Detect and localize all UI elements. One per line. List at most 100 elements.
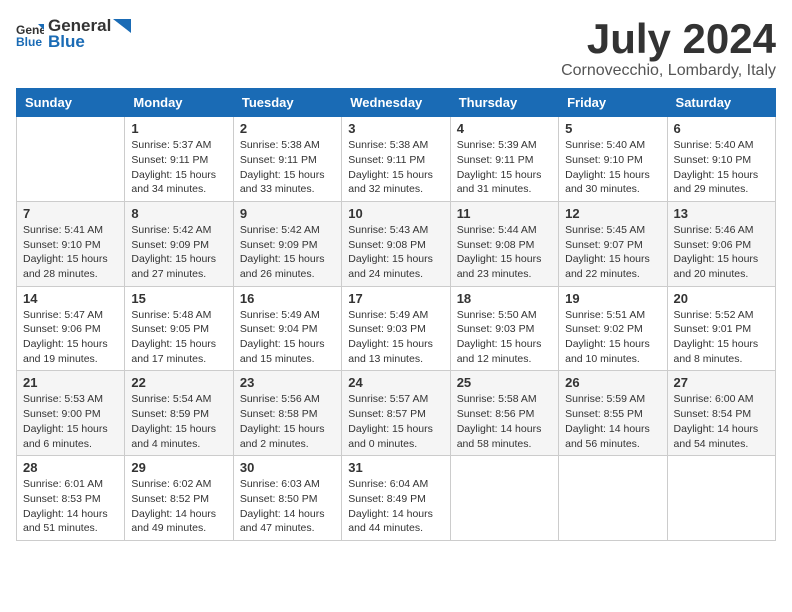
day-number: 19	[565, 291, 660, 306]
calendar-cell: 19 Sunrise: 5:51 AMSunset: 9:02 PMDaylig…	[559, 286, 667, 371]
calendar-cell: 13 Sunrise: 5:46 AMSunset: 9:06 PMDaylig…	[667, 201, 775, 286]
day-info: Sunrise: 5:42 AMSunset: 9:09 PMDaylight:…	[131, 223, 226, 282]
day-number: 16	[240, 291, 335, 306]
calendar-cell: 3 Sunrise: 5:38 AMSunset: 9:11 PMDayligh…	[342, 117, 450, 202]
day-info: Sunrise: 5:59 AMSunset: 8:55 PMDaylight:…	[565, 392, 660, 451]
calendar-cell: 30 Sunrise: 6:03 AMSunset: 8:50 PMDaylig…	[233, 456, 341, 541]
calendar-cell: 24 Sunrise: 5:57 AMSunset: 8:57 PMDaylig…	[342, 371, 450, 456]
calendar-cell: 11 Sunrise: 5:44 AMSunset: 9:08 PMDaylig…	[450, 201, 558, 286]
day-number: 20	[674, 291, 769, 306]
calendar-cell: 10 Sunrise: 5:43 AMSunset: 9:08 PMDaylig…	[342, 201, 450, 286]
logo-arrow-icon	[113, 19, 131, 33]
day-number: 31	[348, 460, 443, 475]
day-number: 7	[23, 206, 118, 221]
day-info: Sunrise: 5:48 AMSunset: 9:05 PMDaylight:…	[131, 308, 226, 367]
weekday-header-thursday: Thursday	[450, 89, 558, 117]
day-number: 21	[23, 375, 118, 390]
calendar-cell: 8 Sunrise: 5:42 AMSunset: 9:09 PMDayligh…	[125, 201, 233, 286]
month-title: July 2024	[561, 16, 776, 62]
calendar-cell: 28 Sunrise: 6:01 AMSunset: 8:53 PMDaylig…	[17, 456, 125, 541]
calendar-cell: 31 Sunrise: 6:04 AMSunset: 8:49 PMDaylig…	[342, 456, 450, 541]
day-info: Sunrise: 5:58 AMSunset: 8:56 PMDaylight:…	[457, 392, 552, 451]
day-number: 26	[565, 375, 660, 390]
day-info: Sunrise: 5:57 AMSunset: 8:57 PMDaylight:…	[348, 392, 443, 451]
calendar-cell: 7 Sunrise: 5:41 AMSunset: 9:10 PMDayligh…	[17, 201, 125, 286]
page-header: General Blue General Blue July 2024 Corn…	[16, 16, 776, 80]
title-area: July 2024 Cornovecchio, Lombardy, Italy	[561, 16, 776, 80]
day-number: 24	[348, 375, 443, 390]
day-info: Sunrise: 5:45 AMSunset: 9:07 PMDaylight:…	[565, 223, 660, 282]
calendar-cell: 29 Sunrise: 6:02 AMSunset: 8:52 PMDaylig…	[125, 456, 233, 541]
day-number: 25	[457, 375, 552, 390]
calendar-cell: 27 Sunrise: 6:00 AMSunset: 8:54 PMDaylig…	[667, 371, 775, 456]
calendar-cell: 15 Sunrise: 5:48 AMSunset: 9:05 PMDaylig…	[125, 286, 233, 371]
day-info: Sunrise: 5:37 AMSunset: 9:11 PMDaylight:…	[131, 138, 226, 197]
day-info: Sunrise: 5:40 AMSunset: 9:10 PMDaylight:…	[674, 138, 769, 197]
calendar-cell: 5 Sunrise: 5:40 AMSunset: 9:10 PMDayligh…	[559, 117, 667, 202]
day-number: 28	[23, 460, 118, 475]
day-info: Sunrise: 5:41 AMSunset: 9:10 PMDaylight:…	[23, 223, 118, 282]
day-number: 13	[674, 206, 769, 221]
day-number: 23	[240, 375, 335, 390]
day-number: 30	[240, 460, 335, 475]
calendar-cell	[559, 456, 667, 541]
weekday-header-monday: Monday	[125, 89, 233, 117]
day-info: Sunrise: 5:53 AMSunset: 9:00 PMDaylight:…	[23, 392, 118, 451]
day-info: Sunrise: 5:49 AMSunset: 9:04 PMDaylight:…	[240, 308, 335, 367]
day-number: 1	[131, 121, 226, 136]
day-number: 6	[674, 121, 769, 136]
calendar-cell: 26 Sunrise: 5:59 AMSunset: 8:55 PMDaylig…	[559, 371, 667, 456]
day-info: Sunrise: 5:39 AMSunset: 9:11 PMDaylight:…	[457, 138, 552, 197]
day-info: Sunrise: 5:49 AMSunset: 9:03 PMDaylight:…	[348, 308, 443, 367]
day-number: 2	[240, 121, 335, 136]
calendar-cell: 25 Sunrise: 5:58 AMSunset: 8:56 PMDaylig…	[450, 371, 558, 456]
calendar-week-row: 7 Sunrise: 5:41 AMSunset: 9:10 PMDayligh…	[17, 201, 776, 286]
svg-text:Blue: Blue	[16, 35, 42, 48]
day-number: 3	[348, 121, 443, 136]
day-info: Sunrise: 5:40 AMSunset: 9:10 PMDaylight:…	[565, 138, 660, 197]
calendar-cell	[667, 456, 775, 541]
calendar-week-row: 21 Sunrise: 5:53 AMSunset: 9:00 PMDaylig…	[17, 371, 776, 456]
calendar-cell: 20 Sunrise: 5:52 AMSunset: 9:01 PMDaylig…	[667, 286, 775, 371]
day-number: 8	[131, 206, 226, 221]
weekday-header-friday: Friday	[559, 89, 667, 117]
calendar-cell: 2 Sunrise: 5:38 AMSunset: 9:11 PMDayligh…	[233, 117, 341, 202]
day-number: 18	[457, 291, 552, 306]
day-number: 10	[348, 206, 443, 221]
day-number: 5	[565, 121, 660, 136]
day-info: Sunrise: 6:00 AMSunset: 8:54 PMDaylight:…	[674, 392, 769, 451]
day-info: Sunrise: 6:01 AMSunset: 8:53 PMDaylight:…	[23, 477, 118, 536]
day-number: 4	[457, 121, 552, 136]
day-info: Sunrise: 5:46 AMSunset: 9:06 PMDaylight:…	[674, 223, 769, 282]
day-number: 27	[674, 375, 769, 390]
calendar-cell: 22 Sunrise: 5:54 AMSunset: 8:59 PMDaylig…	[125, 371, 233, 456]
day-info: Sunrise: 5:43 AMSunset: 9:08 PMDaylight:…	[348, 223, 443, 282]
calendar-cell: 18 Sunrise: 5:50 AMSunset: 9:03 PMDaylig…	[450, 286, 558, 371]
weekday-header-sunday: Sunday	[17, 89, 125, 117]
day-info: Sunrise: 5:44 AMSunset: 9:08 PMDaylight:…	[457, 223, 552, 282]
logo-icon: General Blue	[16, 20, 44, 48]
logo: General Blue General Blue	[16, 16, 131, 52]
day-number: 12	[565, 206, 660, 221]
day-info: Sunrise: 6:03 AMSunset: 8:50 PMDaylight:…	[240, 477, 335, 536]
weekday-header-saturday: Saturday	[667, 89, 775, 117]
day-number: 15	[131, 291, 226, 306]
calendar-cell: 6 Sunrise: 5:40 AMSunset: 9:10 PMDayligh…	[667, 117, 775, 202]
calendar-cell: 1 Sunrise: 5:37 AMSunset: 9:11 PMDayligh…	[125, 117, 233, 202]
calendar-table: SundayMondayTuesdayWednesdayThursdayFrid…	[16, 88, 776, 541]
calendar-cell: 9 Sunrise: 5:42 AMSunset: 9:09 PMDayligh…	[233, 201, 341, 286]
day-number: 29	[131, 460, 226, 475]
weekday-header-tuesday: Tuesday	[233, 89, 341, 117]
calendar-header-row: SundayMondayTuesdayWednesdayThursdayFrid…	[17, 89, 776, 117]
day-info: Sunrise: 5:54 AMSunset: 8:59 PMDaylight:…	[131, 392, 226, 451]
day-number: 22	[131, 375, 226, 390]
day-info: Sunrise: 6:04 AMSunset: 8:49 PMDaylight:…	[348, 477, 443, 536]
calendar-week-row: 1 Sunrise: 5:37 AMSunset: 9:11 PMDayligh…	[17, 117, 776, 202]
day-info: Sunrise: 5:42 AMSunset: 9:09 PMDaylight:…	[240, 223, 335, 282]
day-info: Sunrise: 5:47 AMSunset: 9:06 PMDaylight:…	[23, 308, 118, 367]
day-number: 14	[23, 291, 118, 306]
day-info: Sunrise: 6:02 AMSunset: 8:52 PMDaylight:…	[131, 477, 226, 536]
weekday-header-wednesday: Wednesday	[342, 89, 450, 117]
day-info: Sunrise: 5:38 AMSunset: 9:11 PMDaylight:…	[348, 138, 443, 197]
day-info: Sunrise: 5:51 AMSunset: 9:02 PMDaylight:…	[565, 308, 660, 367]
